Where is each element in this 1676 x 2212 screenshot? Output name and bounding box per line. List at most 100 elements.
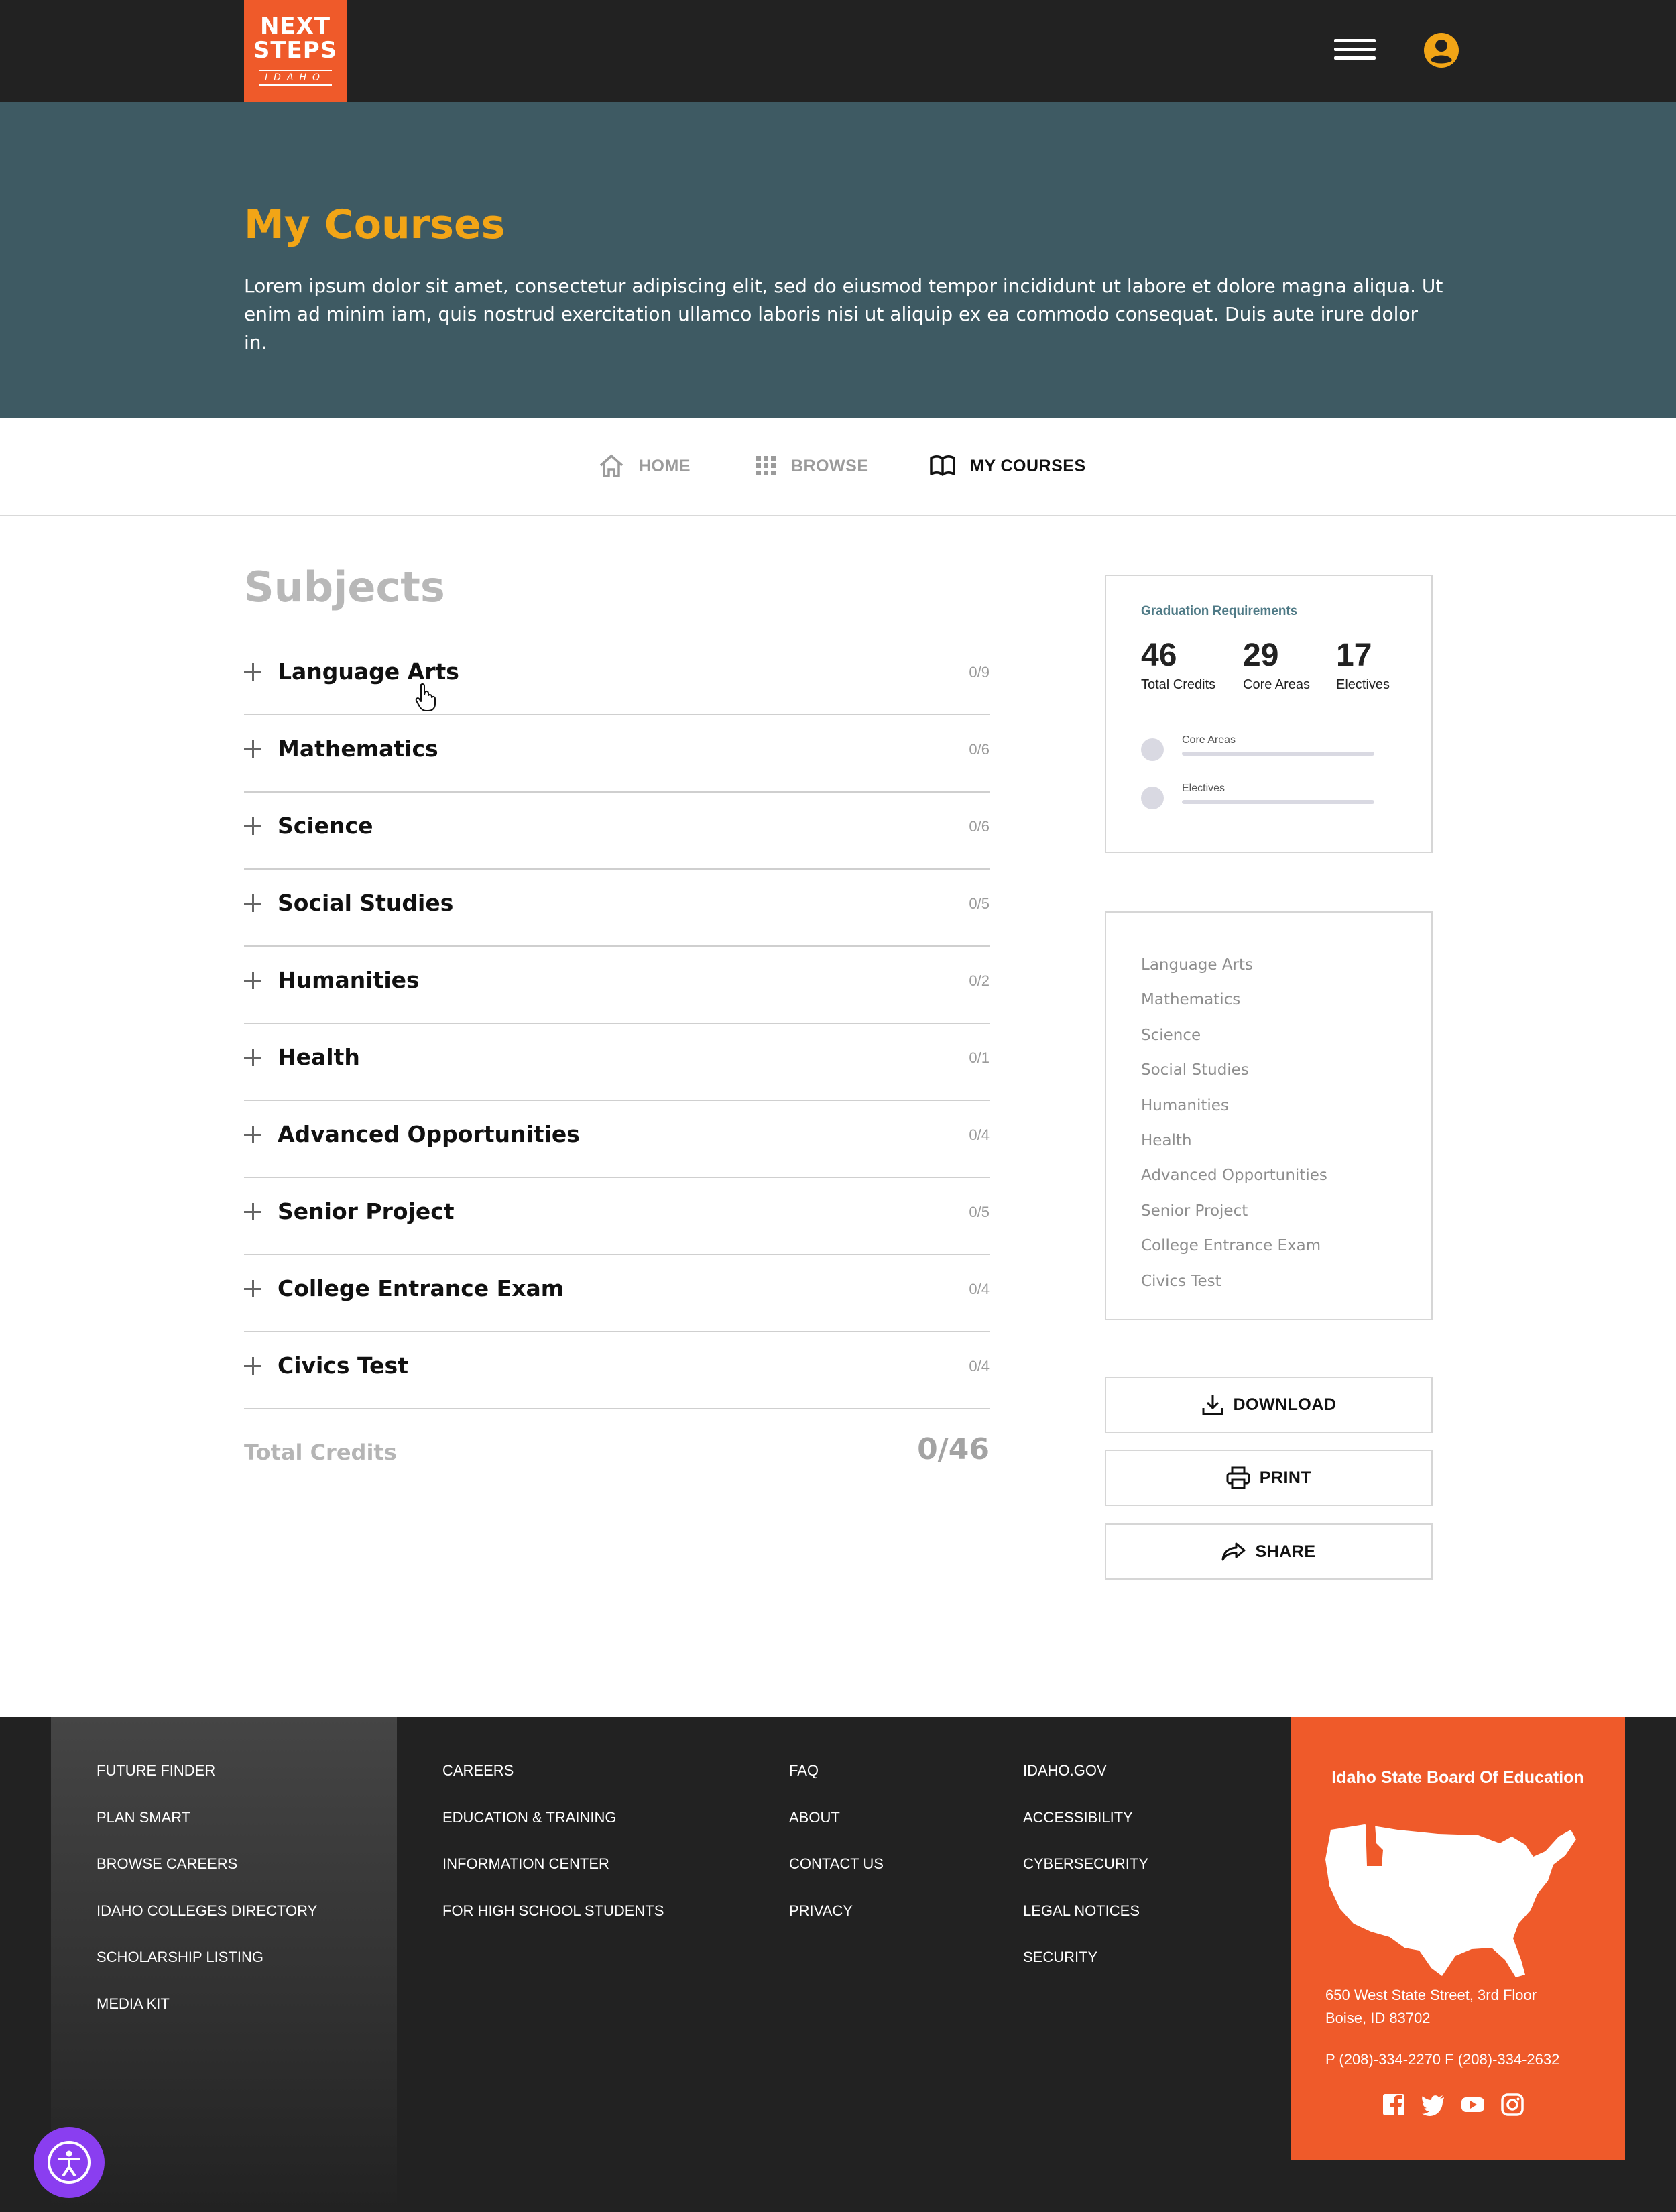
subject-credit-count: 0/1: [969, 1049, 990, 1066]
subject-nav-item[interactable]: College Entrance Exam: [1141, 1228, 1327, 1263]
subject-row-advanced-opportunities[interactable]: Advanced Opportunities 0/4: [244, 1101, 990, 1178]
subject-nav-item[interactable]: Advanced Opportunities: [1141, 1158, 1327, 1193]
footer-link[interactable]: FUTURE FINDER: [97, 1747, 317, 1794]
footer-links-2: CAREERS EDUCATION & TRAINING INFORMATION…: [442, 1747, 664, 1934]
footer-link[interactable]: LEGAL NOTICES: [1023, 1887, 1148, 1934]
facebook-icon[interactable]: [1382, 2093, 1406, 2117]
state-board-phone: P (208)-334-2270 F (208)-334-2632: [1325, 2051, 1560, 2068]
state-board-title: Idaho State Board Of Education: [1331, 1768, 1584, 1787]
footer-links-4: IDAHO.GOV ACCESSIBILITY CYBERSECURITY LE…: [1023, 1747, 1148, 1981]
footer-link[interactable]: PRIVACY: [789, 1887, 884, 1934]
footer-link[interactable]: ABOUT: [789, 1794, 884, 1841]
tab-bar: HOME BROWSE MY COURSES: [0, 418, 1676, 516]
footer-links-3: FAQ ABOUT CONTACT US PRIVACY: [789, 1747, 884, 1934]
logo-line-1: NEXT: [259, 13, 331, 40]
plus-icon: [244, 817, 261, 835]
subject-credit-count: 0/2: [969, 972, 990, 989]
subject-credit-count: 0/4: [969, 1358, 990, 1375]
footer-link[interactable]: CONTACT US: [789, 1841, 884, 1887]
core-areas-progress: Core Areas: [1141, 734, 1376, 761]
footer-link[interactable]: CYBERSECURITY: [1023, 1841, 1148, 1887]
subject-name: Humanities: [278, 967, 420, 993]
plus-icon: [244, 1203, 261, 1220]
subject-row-senior-project[interactable]: Senior Project 0/5: [244, 1178, 990, 1255]
subject-row-science[interactable]: Science 0/6: [244, 793, 990, 870]
stat-label: Core Areas: [1243, 677, 1311, 692]
footer-link[interactable]: BROWSE CAREERS: [97, 1841, 317, 1887]
subjects-heading: Subjects: [244, 563, 445, 612]
subject-credit-count: 0/5: [969, 895, 990, 912]
tab-browse[interactable]: BROWSE: [756, 449, 869, 483]
plus-icon: [244, 1126, 261, 1143]
state-board-address-line-2: Boise, ID 83702: [1325, 2010, 1431, 2026]
download-button[interactable]: DOWNLOAD: [1105, 1377, 1433, 1433]
footer-link[interactable]: IDAHO.GOV: [1023, 1747, 1148, 1794]
subject-nav-list: Language Arts Mathematics Science Social…: [1141, 947, 1327, 1299]
stat-value: 29: [1243, 638, 1279, 673]
plus-icon: [244, 1357, 261, 1375]
subject-row-health[interactable]: Health 0/1: [244, 1024, 990, 1101]
download-icon: [1202, 1395, 1223, 1415]
footer-link[interactable]: IDAHO COLLEGES DIRECTORY: [97, 1887, 317, 1934]
progress-label: Core Areas: [1182, 734, 1236, 746]
stat-electives: 17 Electives: [1336, 636, 1390, 694]
stat-total-credits: 46 Total Credits: [1141, 636, 1215, 694]
subject-nav-item[interactable]: Language Arts: [1141, 947, 1327, 982]
footer-link[interactable]: ACCESSIBILITY: [1023, 1794, 1148, 1841]
progress-track: [1182, 800, 1374, 804]
footer-link[interactable]: PLAN SMART: [97, 1794, 317, 1841]
instagram-icon[interactable]: [1500, 2093, 1524, 2117]
footer-link[interactable]: EDUCATION & TRAINING: [442, 1794, 664, 1841]
subject-row-social-studies[interactable]: Social Studies 0/5: [244, 870, 990, 947]
subject-nav-item[interactable]: Humanities: [1141, 1088, 1327, 1123]
footer-link[interactable]: MEDIA KIT: [97, 1981, 317, 2028]
share-label: SHARE: [1255, 1541, 1316, 1561]
footer-link[interactable]: SECURITY: [1023, 1934, 1148, 1981]
subject-nav-item[interactable]: Mathematics: [1141, 982, 1327, 1017]
subject-nav-item[interactable]: Science: [1141, 1018, 1327, 1053]
progress-label: Electives: [1182, 782, 1225, 794]
plus-icon: [244, 894, 261, 912]
subject-nav-item[interactable]: Health: [1141, 1123, 1327, 1158]
logo-line-2: STEPS: [253, 37, 338, 64]
state-board-address-line-1: 650 West State Street, 3rd Floor: [1325, 1987, 1537, 2003]
subject-nav-item[interactable]: Civics Test: [1141, 1264, 1327, 1299]
subject-credit-count: 0/6: [969, 818, 990, 835]
total-credits-label: Total Credits: [244, 1440, 397, 1465]
next-steps-logo[interactable]: NEXT STEPS IDAHO: [244, 0, 347, 102]
subject-name: Advanced Opportunities: [278, 1121, 580, 1147]
subject-row-civics-test[interactable]: Civics Test 0/4: [244, 1332, 990, 1409]
footer-link[interactable]: FAQ: [789, 1747, 884, 1794]
subject-row-college-entrance-exam[interactable]: College Entrance Exam 0/4: [244, 1255, 990, 1332]
hamburger-icon[interactable]: [1334, 39, 1376, 63]
tab-my-courses[interactable]: MY COURSES: [930, 449, 1086, 483]
site-footer: FUTURE FINDER PLAN SMART BROWSE CAREERS …: [0, 1717, 1676, 2212]
subject-row-language-arts[interactable]: Language Arts 0/9: [244, 638, 990, 715]
accessibility-icon: [48, 2141, 91, 2184]
subject-nav-item[interactable]: Senior Project: [1141, 1194, 1327, 1228]
home-icon: [599, 454, 623, 477]
plus-icon: [244, 1280, 261, 1297]
print-button[interactable]: PRINT: [1105, 1450, 1433, 1506]
accessibility-button[interactable]: [34, 2127, 105, 2198]
subject-row-mathematics[interactable]: Mathematics 0/6: [244, 715, 990, 793]
subject-row-humanities[interactable]: Humanities 0/2: [244, 947, 990, 1024]
stat-value: 17: [1336, 638, 1372, 673]
stat-value: 46: [1141, 638, 1177, 673]
footer-link[interactable]: FOR HIGH SCHOOL STUDENTS: [442, 1887, 664, 1934]
footer-link[interactable]: CAREERS: [442, 1747, 664, 1794]
footer-link[interactable]: SCHOLARSHIP LISTING: [97, 1934, 317, 1981]
download-label: DOWNLOAD: [1233, 1395, 1337, 1414]
top-header: NEXT STEPS IDAHO: [0, 0, 1676, 102]
footer-link[interactable]: INFORMATION CENTER: [442, 1841, 664, 1887]
user-circle-icon[interactable]: [1423, 32, 1459, 68]
stat-label: Electives: [1336, 677, 1390, 692]
subject-credit-count: 0/9: [969, 664, 990, 681]
tab-home[interactable]: HOME: [599, 449, 691, 483]
plus-icon: [244, 663, 261, 681]
twitter-icon[interactable]: [1421, 2093, 1445, 2117]
youtube-icon[interactable]: [1461, 2093, 1485, 2117]
share-button[interactable]: SHARE: [1105, 1523, 1433, 1580]
logo-line-3: IDAHO: [259, 70, 332, 86]
subject-nav-item[interactable]: Social Studies: [1141, 1053, 1327, 1088]
